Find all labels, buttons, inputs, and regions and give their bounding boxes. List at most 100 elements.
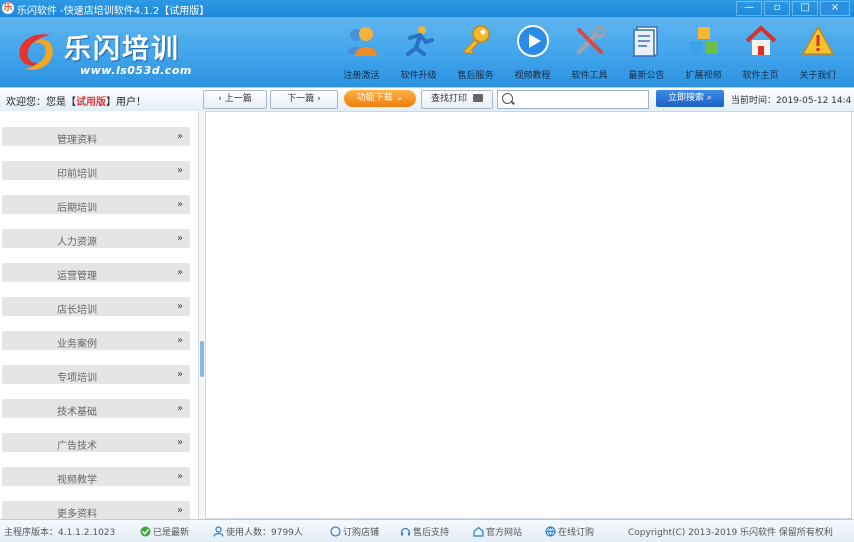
tool-homepage[interactable]: 软件主页: [732, 17, 789, 87]
sidebar-item-label: 业务案例: [57, 339, 97, 350]
tool-register[interactable]: 注册激活: [333, 17, 390, 87]
sidebar-item-prepress[interactable]: 印前培训 »: [2, 161, 190, 180]
tool-video-tutorial[interactable]: 视频教程: [504, 17, 561, 87]
tool-notice-label: 最新公告: [628, 71, 665, 81]
tool-extra-video-label: 扩展视频: [685, 71, 722, 81]
sidebar-item-label: 技术基础: [57, 407, 97, 418]
double-chevron-down-icon: »: [177, 437, 184, 448]
double-chevron-down-icon: »: [177, 165, 184, 176]
title-bar: 乐 乐闪软件 -快速店培训软件4.1.2【试用版】 — ▫ □ ×: [0, 0, 854, 17]
double-chevron-down-icon: »: [177, 199, 184, 210]
header: 乐闪培训 www.ls053d.com 注册激活 软件升级 售后服务 视频教程 …: [0, 17, 854, 87]
sidebar-item-label: 店长培训: [57, 305, 97, 316]
sidebar-item-more[interactable]: 更多资料 »: [2, 501, 190, 519]
tools-icon: [576, 25, 606, 55]
tool-register-label: 注册激活: [343, 71, 380, 81]
logo-swirl-icon: [19, 34, 53, 70]
online-order-label: 在线订购: [558, 528, 595, 538]
order-link-label: 订购店铺: [343, 528, 380, 538]
close-button[interactable]: ×: [820, 1, 850, 16]
cubes-icon: [690, 27, 718, 53]
double-chevron-down-icon: »: [177, 301, 184, 312]
printer-icon: [472, 94, 483, 102]
version-text: 主程序版本：4.1.1.2.1023: [4, 528, 116, 538]
next-button[interactable]: 下一篇 ›: [270, 90, 338, 109]
user-icon: [213, 526, 224, 537]
search-go-icon: ⌕: [706, 93, 712, 103]
online-order-link[interactable]: 在线订购: [545, 525, 594, 538]
search-icon: [502, 93, 513, 104]
sidebar-item-cases[interactable]: 业务案例 »: [2, 331, 190, 350]
prev-button[interactable]: ‹ 上一篇: [203, 90, 267, 109]
check-circle-icon: [140, 526, 151, 537]
search-button[interactable]: 立即搜索 ⌕: [656, 90, 724, 107]
sidebar-item-video-teaching[interactable]: 视频教学 »: [2, 467, 190, 486]
website-link[interactable]: 官方网站: [473, 525, 522, 538]
search-box[interactable]: [497, 90, 649, 109]
skin-button[interactable]: ▫: [764, 1, 790, 16]
download-label: 功能下载: [356, 93, 393, 103]
sidebar-item-postpress[interactable]: 后期培训 »: [2, 195, 190, 214]
notice-icon: [633, 26, 658, 57]
play-icon: [517, 25, 549, 57]
sidebar-item-manager-training[interactable]: 店长培训 »: [2, 297, 190, 316]
key-icon: [463, 25, 490, 55]
tool-service[interactable]: 售后服务: [447, 17, 504, 87]
double-chevron-down-icon: »: [177, 267, 184, 278]
splitter-grip[interactable]: [200, 341, 204, 377]
support-link[interactable]: 售后支持: [400, 525, 449, 538]
tool-homepage-label: 软件主页: [742, 71, 779, 81]
double-chevron-down-icon: »: [177, 131, 184, 142]
sidebar-item-operations[interactable]: 运营管理 »: [2, 263, 190, 282]
update-status: 已是最新: [140, 525, 189, 538]
sidebar-item-label: 印前培训: [57, 169, 97, 180]
current-time: 当前时间：2019-05-12 14:4: [731, 96, 852, 106]
order-link[interactable]: 订购店铺: [330, 525, 379, 538]
sidebar-item-tech-basics[interactable]: 技术基础 »: [2, 399, 190, 418]
menu-button[interactable]: —: [736, 1, 762, 16]
welcome-suffix: 】用户！: [106, 97, 146, 108]
double-chevron-down-icon: »: [177, 403, 184, 414]
double-chevron-down-icon: »: [177, 335, 184, 346]
content-pane: [205, 111, 852, 519]
sidebar-item-label: 管理资料: [57, 135, 97, 146]
logo: 乐闪培训 www.ls053d.com: [12, 25, 222, 83]
maximize-button[interactable]: □: [792, 1, 818, 16]
sidebar-item-special-training[interactable]: 专项培训 »: [2, 365, 190, 384]
tool-notice[interactable]: 最新公告: [618, 17, 675, 87]
sidebar-item-ad-tech[interactable]: 广告技术 »: [2, 433, 190, 452]
download-dropdown[interactable]: 功能下载 ⌄: [344, 90, 416, 107]
support-link-label: 售后支持: [413, 528, 450, 538]
sidebar-item-label: 更多资料: [57, 509, 97, 519]
sidebar-item-label: 专项培训: [57, 373, 97, 384]
sidebar-item-label: 后期培训: [57, 203, 97, 214]
logo-url: www.ls053d.com: [80, 64, 192, 77]
tool-video-tutorial-label: 视频教程: [514, 71, 551, 81]
tool-software-tools[interactable]: 软件工具: [561, 17, 618, 87]
user-group-icon: [347, 27, 377, 56]
window-controls: — ▫ □ ×: [736, 1, 850, 16]
sidebar-item-label: 视频教学: [57, 475, 97, 486]
tool-upgrade-label: 软件升级: [400, 71, 437, 81]
tool-upgrade[interactable]: 软件升级: [390, 17, 447, 87]
sidebar-item-label: 广告技术: [57, 441, 97, 452]
sidebar-item-management[interactable]: 管理资料 »: [2, 127, 190, 146]
edition-label: 试用版: [76, 97, 106, 108]
tool-about[interactable]: 关于我们: [789, 17, 846, 87]
search-input[interactable]: [516, 92, 645, 107]
chevron-right-icon: ›: [314, 94, 321, 104]
tool-bar: 注册激活 软件升级 售后服务 视频教程 软件工具 最新公告 扩展视频 软件主页 …: [333, 17, 846, 87]
double-chevron-down-icon: »: [177, 471, 184, 482]
welcome-prefix: 欢迎您：您是【: [6, 97, 76, 108]
sidebar-item-hr[interactable]: 人力资源 »: [2, 229, 190, 248]
print-label: 查找打印: [431, 94, 468, 104]
tool-extra-video[interactable]: 扩展视频: [675, 17, 732, 87]
prev-label: 上一篇: [224, 94, 252, 104]
double-chevron-down-icon: »: [177, 369, 184, 380]
warning-icon: [801, 25, 835, 55]
house-icon: [473, 526, 484, 537]
tool-service-label: 售后服务: [457, 71, 494, 81]
website-link-label: 官方网站: [486, 528, 523, 538]
chat-icon: [330, 526, 341, 537]
print-button[interactable]: 查找打印: [421, 90, 493, 109]
